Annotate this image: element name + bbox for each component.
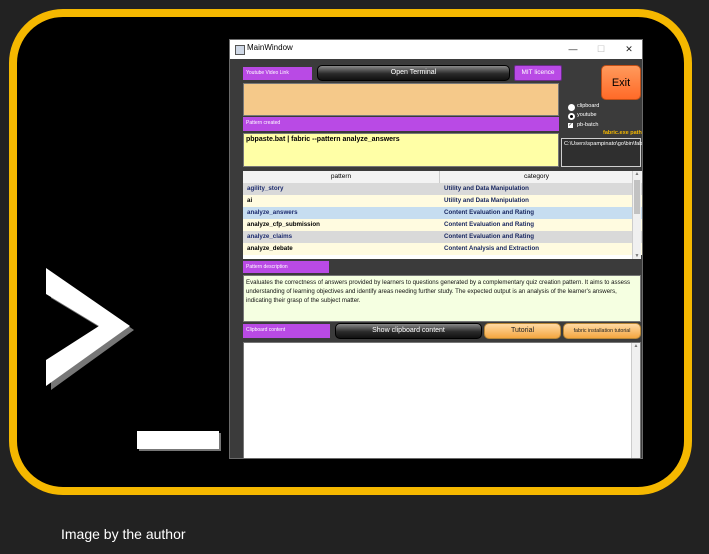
scroll-up-icon[interactable]: ▲ <box>634 171 640 177</box>
open-terminal-button[interactable]: Open Terminal <box>317 65 510 81</box>
clipboard-scrollbar[interactable]: ▲ <box>631 343 640 458</box>
app-icon <box>235 45 245 55</box>
pattern-cell: analyze_claims <box>247 233 293 240</box>
clipboard-radio[interactable] <box>568 104 575 111</box>
command-box[interactable]: pbpaste.bat | fabric --pattern analyze_a… <box>243 133 559 167</box>
terminal-chevron-icon <box>46 268 134 390</box>
category-cell: Content Analysis and Extraction <box>444 245 540 252</box>
main-window: MainWindow — ☐ ✕ Youtube Video Link Open… <box>229 39 643 459</box>
scroll-down-icon[interactable]: ▼ <box>634 253 640 259</box>
title-bar: MainWindow — ☐ ✕ <box>230 40 642 59</box>
pattern-cell: analyze_answers <box>247 209 298 216</box>
fabric-path-label: fabric.exe path <box>603 130 642 136</box>
table-row[interactable]: analyze_debate Content Analysis and Extr… <box>243 243 642 255</box>
tutorial-button[interactable]: Tutorial <box>484 323 561 339</box>
column-header-pattern[interactable]: pattern <box>243 171 440 183</box>
clipboard-content-box[interactable]: ▲ <box>243 342 641 458</box>
clipboard-content-label: Clipboard content <box>243 324 330 338</box>
column-header-category[interactable]: category <box>440 171 634 183</box>
table-row[interactable]: analyze_cfp_submission Content Evaluatio… <box>243 219 642 231</box>
youtube-radio[interactable] <box>568 113 575 120</box>
youtube-radio-label: youtube <box>577 112 597 118</box>
table-row[interactable]: agility_story Utility and Data Manipulat… <box>243 183 642 195</box>
image-caption: Image by the author <box>61 526 186 542</box>
category-cell: Content Evaluation and Rating <box>444 209 535 216</box>
pb-batch-label: pb-batch <box>577 122 599 128</box>
youtube-link-input[interactable] <box>243 83 559 116</box>
pb-batch-checkbox[interactable]: ✓ <box>568 123 573 128</box>
fabric-path-input[interactable]: C:\Users\spampinato\go\bin\fabric.exe <box>561 138 642 167</box>
table-scrollbar[interactable]: ▲ ▼ <box>632 171 641 259</box>
terminal-underscore-icon <box>137 431 219 449</box>
pattern-created-label: Pattern created <box>243 117 559 131</box>
pattern-cell: analyze_debate <box>247 245 293 252</box>
pattern-cell: ai <box>247 197 253 204</box>
table-row-selected[interactable]: analyze_answers Content Evaluation and R… <box>243 207 642 219</box>
pattern-table: pattern category agility_story Utility a… <box>243 171 642 259</box>
pattern-description-text: Evaluates the correctness of answers pro… <box>243 275 641 322</box>
exit-button[interactable]: Exit <box>601 65 641 100</box>
table-row[interactable]: ai Utility and Data Manipulation <box>243 195 642 207</box>
mit-licence-button[interactable]: MIT licence <box>514 65 562 81</box>
category-cell: Content Evaluation and Rating <box>444 233 535 240</box>
show-clipboard-button[interactable]: Show clipboard content <box>335 323 482 339</box>
table-row[interactable]: analyze_claims Content Evaluation and Ra… <box>243 231 642 243</box>
window-title: MainWindow <box>247 43 293 52</box>
fabric-installation-tutorial-button[interactable]: fabric installation tutorial <box>563 323 641 339</box>
clipboard-radio-label: clipboard <box>577 103 600 109</box>
pattern-cell: agility_story <box>247 185 284 192</box>
minimize-button[interactable]: — <box>565 42 581 56</box>
category-cell: Utility and Data Manipulation <box>444 185 529 192</box>
scroll-thumb[interactable] <box>634 180 640 214</box>
youtube-link-button[interactable]: Youtube Video Link <box>243 67 312 80</box>
scroll-up-icon[interactable]: ▲ <box>633 343 639 349</box>
category-cell: Utility and Data Manipulation <box>444 197 529 204</box>
close-button[interactable]: ✕ <box>621 42 637 56</box>
maximize-button[interactable]: ☐ <box>593 42 609 56</box>
pattern-description-label: Pattern description <box>243 261 329 273</box>
pattern-cell: analyze_cfp_submission <box>247 221 320 228</box>
category-cell: Content Evaluation and Rating <box>444 221 535 228</box>
